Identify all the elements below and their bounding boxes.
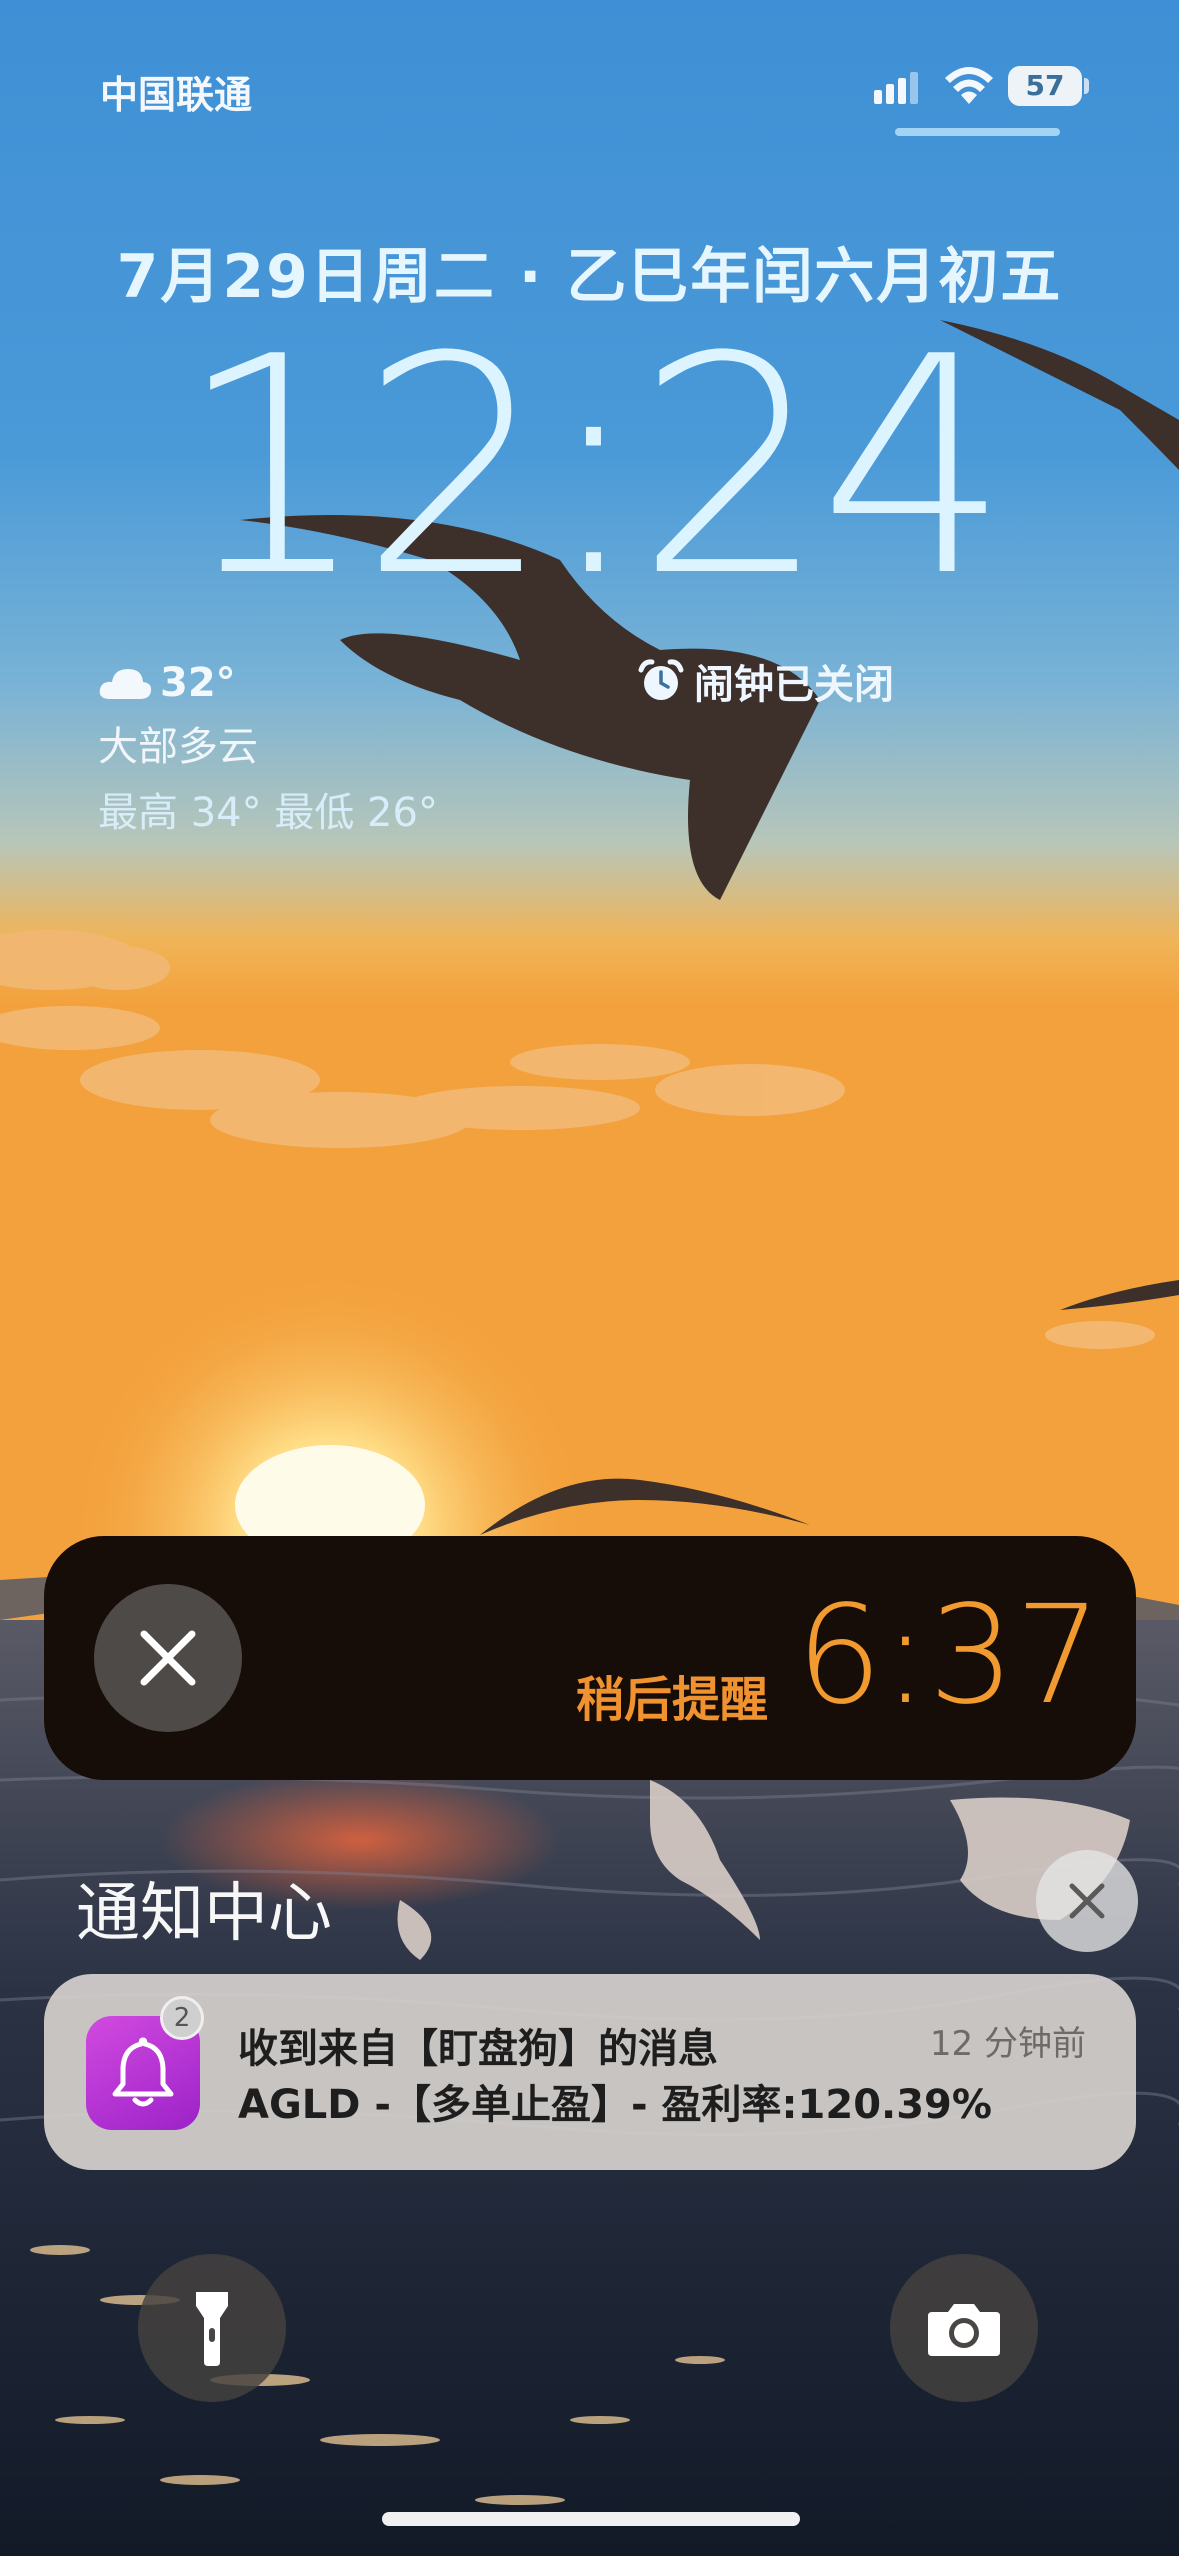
- bell-icon: [112, 2037, 174, 2107]
- weather-temperature: 32°: [160, 660, 236, 706]
- alarm-snooze-banner[interactable]: 稍后提醒 6:37: [44, 1536, 1136, 1780]
- close-icon: [140, 1630, 196, 1686]
- alarm-widget[interactable]: 闹钟已关闭: [638, 652, 894, 710]
- status-indicator-bar: [895, 128, 1060, 136]
- notification-body: AGLD -【多单止盈】- 盈利率:120.39%: [238, 2082, 992, 2128]
- home-indicator[interactable]: [382, 2512, 800, 2526]
- notification-center-title: 通知中心: [76, 1877, 332, 1951]
- alarm-clock-icon: [638, 659, 684, 700]
- wifi-icon: [945, 67, 993, 104]
- cloud-icon: [99, 669, 152, 699]
- alarm-label: 闹钟已关闭: [694, 662, 894, 708]
- snooze-time: 6:37: [796, 1577, 1102, 1735]
- camera-icon: [928, 2304, 1000, 2356]
- clear-notifications-button[interactable]: [1036, 1850, 1138, 1952]
- notification-card[interactable]: 2 收到来自【盯盘狗】的消息 12 分钟前 AGLD -【多单止盈】- 盈利率:…: [44, 1974, 1136, 2170]
- notification-time: 12 分钟前: [929, 2024, 1086, 2064]
- carrier-label: 中国联通: [100, 73, 253, 117]
- weather-condition: 大部多云: [98, 724, 258, 770]
- snooze-label: 稍后提醒: [576, 1672, 769, 1728]
- signal-icon: [874, 72, 918, 104]
- battery-icon: 57: [1008, 66, 1082, 106]
- dismiss-alarm-button[interactable]: [94, 1584, 242, 1732]
- status-bar: 中国联通 57: [0, 0, 1179, 150]
- flashlight-button[interactable]: [138, 2254, 286, 2402]
- camera-button[interactable]: [890, 2254, 1038, 2402]
- notification-count-badge: 2: [160, 1996, 204, 2040]
- lock-time: 12:24: [177, 293, 1010, 642]
- weather-high-low: 最高 34° 最低 26°: [98, 790, 438, 836]
- battery-nub: [1084, 78, 1089, 94]
- close-icon: [1069, 1883, 1105, 1919]
- weather-widget[interactable]: 32° 大部多云 最高 34° 最低 26°: [98, 660, 438, 838]
- flashlight-icon: [196, 2292, 228, 2366]
- notification-title: 收到来自【盯盘狗】的消息: [238, 2026, 718, 2072]
